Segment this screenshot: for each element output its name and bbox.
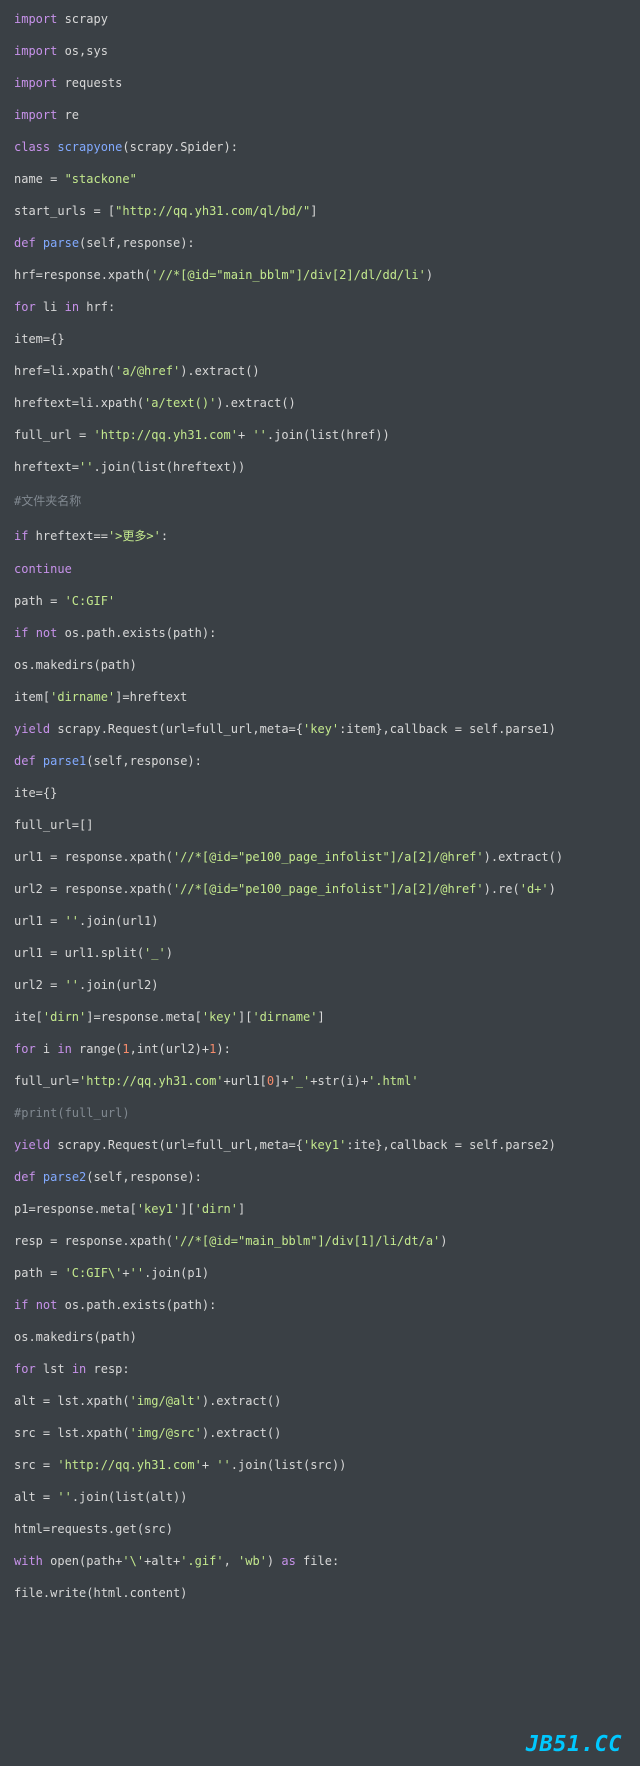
code-line: if hreftext=='>更多>': (14, 527, 626, 544)
code-line: yield scrapy.Request(url=full_url,meta={… (14, 1138, 626, 1152)
code-line: full_url='http://qq.yh31.com'+url1[0]+'_… (14, 1074, 626, 1088)
code-line: full_url = 'http://qq.yh31.com'+ ''.join… (14, 428, 626, 442)
code-line: yield scrapy.Request(url=full_url,meta={… (14, 722, 626, 736)
code-line: src = 'http://qq.yh31.com'+ ''.join(list… (14, 1458, 626, 1472)
code-line: p1=response.meta['key1']['dirn'] (14, 1202, 626, 1216)
code-line: for li in hrf: (14, 300, 626, 314)
code-line: ite['dirn']=response.meta['key']['dirnam… (14, 1010, 626, 1024)
code-line: start_urls = ["http://qq.yh31.com/ql/bd/… (14, 204, 626, 218)
code-line: url2 = response.xpath('//*[@id="pe100_pa… (14, 882, 626, 896)
code-line: url1 = url1.split('_') (14, 946, 626, 960)
code-line: hrf=response.xpath('//*[@id="main_bblm"]… (14, 268, 626, 282)
code-line: url1 = response.xpath('//*[@id="pe100_pa… (14, 850, 626, 864)
code-line: for lst in resp: (14, 1362, 626, 1376)
code-line: alt = lst.xpath('img/@alt').extract() (14, 1394, 626, 1408)
code-line: #print(full_url) (14, 1106, 626, 1120)
code-line: url1 = ''.join(url1) (14, 914, 626, 928)
code-line: path = 'C:GIF' (14, 594, 626, 608)
code-line: url2 = ''.join(url2) (14, 978, 626, 992)
code-line: hreftext=li.xpath('a/text()').extract() (14, 396, 626, 410)
code-line: file.write(html.content) (14, 1586, 626, 1600)
code-line: def parse1(self,response): (14, 754, 626, 768)
code-line: import re (14, 108, 626, 122)
code-line: def parse2(self,response): (14, 1170, 626, 1184)
code-line: hreftext=''.join(list(hreftext)) (14, 460, 626, 474)
code-line: html=requests.get(src) (14, 1522, 626, 1536)
code-line: os.makedirs(path) (14, 658, 626, 672)
code-line: for i in range(1,int(url2)+1): (14, 1042, 626, 1056)
code-line: resp = response.xpath('//*[@id="main_bbl… (14, 1234, 626, 1248)
code-line: import scrapy (14, 12, 626, 26)
code-line: href=li.xpath('a/@href').extract() (14, 364, 626, 378)
code-line: with open(path+'\'+alt+'.gif', 'wb') as … (14, 1554, 626, 1568)
code-line: import requests (14, 76, 626, 90)
code-line: src = lst.xpath('img/@src').extract() (14, 1426, 626, 1440)
code-line: ite={} (14, 786, 626, 800)
watermark-text: JB51.CC (526, 1732, 622, 1757)
code-line: full_url=[] (14, 818, 626, 832)
code-line: if not os.path.exists(path): (14, 626, 626, 640)
code-line: if not os.path.exists(path): (14, 1298, 626, 1312)
code-line: class scrapyone(scrapy.Spider): (14, 140, 626, 154)
code-block: import scrapy import os,sys import request… (0, 0, 640, 1658)
code-line: alt = ''.join(list(alt)) (14, 1490, 626, 1504)
code-line: os.makedirs(path) (14, 1330, 626, 1344)
code-line: #文件夹名称 (14, 492, 626, 509)
code-line: item['dirname']=hreftext (14, 690, 626, 704)
code-line: def parse(self,response): (14, 236, 626, 250)
code-line: name = "stackone" (14, 172, 626, 186)
code-line: item={} (14, 332, 626, 346)
code-line: continue (14, 562, 626, 576)
code-line: path = 'C:GIF\'+''.join(p1) (14, 1266, 626, 1280)
code-line: import os,sys (14, 44, 626, 58)
